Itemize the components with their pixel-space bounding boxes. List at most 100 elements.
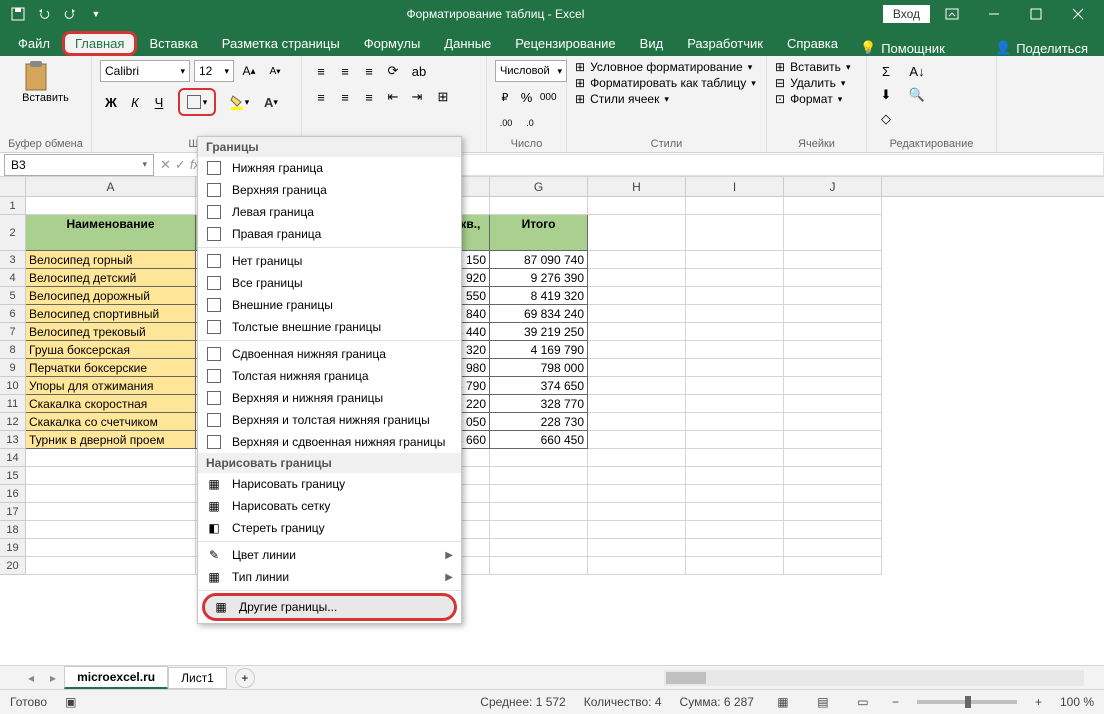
row-header[interactable]: 18 — [0, 521, 26, 539]
col-header[interactable]: G — [490, 177, 588, 196]
cell[interactable]: Скакалка скоростная — [26, 395, 196, 413]
row-header[interactable]: 15 — [0, 467, 26, 485]
page-layout-icon[interactable]: ▤ — [812, 693, 834, 711]
enter-formula-icon[interactable]: ✓ — [175, 157, 186, 173]
cell-styles-button[interactable]: ⊞Стили ячеек▾ — [575, 92, 758, 106]
tab-formulas[interactable]: Формулы — [352, 31, 433, 56]
decrease-indent-icon[interactable]: ⇤ — [382, 86, 404, 108]
tab-file[interactable]: Файл — [6, 31, 62, 56]
row-header[interactable]: 16 — [0, 485, 26, 503]
cell[interactable]: 374 650 — [490, 377, 588, 395]
border-menu-item[interactable]: Верхняя граница — [198, 179, 461, 201]
ribbon-options-icon[interactable] — [932, 0, 972, 28]
border-menu-item[interactable]: ▦Нарисовать сетку — [198, 495, 461, 517]
cell[interactable]: 8 419 320 — [490, 287, 588, 305]
sort-filter-icon[interactable]: A↓ — [903, 60, 931, 82]
shrink-font-icon[interactable]: A▾ — [264, 60, 286, 82]
find-icon[interactable]: 🔍 — [903, 84, 931, 106]
row-header[interactable]: 20 — [0, 557, 26, 575]
sheet-nav-prev-icon[interactable]: ◂ — [20, 671, 42, 685]
cell[interactable]: Велосипед горный — [26, 251, 196, 269]
border-menu-item[interactable]: ✎Цвет линии▶ — [198, 544, 461, 566]
border-menu-item[interactable]: Все границы — [198, 272, 461, 294]
font-color-button[interactable]: A▾ — [256, 91, 286, 113]
row-header[interactable]: 9 — [0, 359, 26, 377]
border-menu-item[interactable]: Верхняя и толстая нижняя границы — [198, 409, 461, 431]
cell[interactable]: 328 770 — [490, 395, 588, 413]
cell[interactable]: 228 730 — [490, 413, 588, 431]
currency-icon[interactable]: ₽ — [495, 86, 515, 108]
row-header[interactable]: 1 — [0, 197, 26, 215]
border-menu-item[interactable]: Нижняя граница — [198, 157, 461, 179]
row-header[interactable]: 10 — [0, 377, 26, 395]
row-header[interactable]: 8 — [0, 341, 26, 359]
zoom-level[interactable]: 100 % — [1060, 695, 1094, 709]
tab-insert[interactable]: Вставка — [137, 31, 209, 56]
tab-help[interactable]: Справка — [775, 31, 850, 56]
cell[interactable]: Велосипед детский — [26, 269, 196, 287]
zoom-in-icon[interactable]: + — [1035, 695, 1042, 709]
tab-home[interactable]: Главная — [62, 31, 137, 56]
cell[interactable]: 798 000 — [490, 359, 588, 377]
row-header[interactable]: 7 — [0, 323, 26, 341]
decrease-decimal-icon[interactable]: .0 — [519, 112, 541, 134]
border-menu-item[interactable]: Толстые внешние границы — [198, 316, 461, 338]
cell[interactable]: Скакалка со счетчиком — [26, 413, 196, 431]
page-break-icon[interactable]: ▭ — [852, 693, 874, 711]
cell[interactable]: Велосипед дорожный — [26, 287, 196, 305]
macro-record-icon[interactable]: ▣ — [65, 695, 76, 709]
row-header[interactable]: 12 — [0, 413, 26, 431]
tab-view[interactable]: Вид — [628, 31, 676, 56]
font-size-select[interactable]: 12▾ — [194, 60, 234, 82]
sheet-tab[interactable]: microexcel.ru — [64, 666, 168, 689]
normal-view-icon[interactable]: ▦ — [772, 693, 794, 711]
border-menu-item[interactable]: Верхняя и нижняя границы — [198, 387, 461, 409]
signin-button[interactable]: Вход — [883, 5, 930, 23]
border-menu-item[interactable]: Верхняя и сдвоенная нижняя границы — [198, 431, 461, 453]
border-menu-item[interactable]: ▦Нарисовать границу — [198, 473, 461, 495]
row-header[interactable]: 6 — [0, 305, 26, 323]
zoom-slider[interactable] — [917, 700, 1017, 704]
close-icon[interactable] — [1058, 0, 1098, 28]
border-menu-item[interactable]: Левая граница — [198, 201, 461, 223]
comma-icon[interactable]: 000 — [538, 86, 558, 108]
borders-button[interactable]: ▾ — [181, 91, 213, 113]
redo-icon[interactable] — [58, 2, 82, 26]
align-left-icon[interactable]: ≡ — [310, 86, 332, 108]
tab-layout[interactable]: Разметка страницы — [210, 31, 352, 56]
border-menu-item[interactable]: Правая граница — [198, 223, 461, 245]
cell[interactable]: Велосипед трековый — [26, 323, 196, 341]
cell[interactable]: Наименование — [26, 215, 196, 251]
fill-icon[interactable]: ⬇ — [875, 84, 897, 106]
underline-button[interactable]: Ч — [148, 91, 170, 113]
cell[interactable]: 39 219 250 — [490, 323, 588, 341]
undo-icon[interactable] — [32, 2, 56, 26]
row-header[interactable]: 17 — [0, 503, 26, 521]
autosum-icon[interactable]: Σ — [875, 60, 897, 82]
cell[interactable]: 69 834 240 — [490, 305, 588, 323]
share-button[interactable]: 👤Поделиться — [985, 40, 1098, 56]
row-header[interactable]: 4 — [0, 269, 26, 287]
cell[interactable]: Турник в дверной проем — [26, 431, 196, 449]
format-cells-button[interactable]: ⊡Формат▾ — [775, 92, 858, 106]
more-borders-menu-item[interactable]: ▦Другие границы... — [202, 593, 457, 621]
select-all-corner[interactable] — [0, 177, 26, 196]
sheet-nav-next-icon[interactable]: ▸ — [42, 671, 64, 685]
align-top-icon[interactable]: ≡ — [310, 60, 332, 82]
cell[interactable]: Перчатки боксерские — [26, 359, 196, 377]
clear-icon[interactable]: ◇ — [875, 108, 897, 130]
spreadsheet-grid[interactable]: A D E F G H I J 1 2 Наименование а, руб.… — [0, 177, 1104, 665]
cell[interactable]: 87 090 740 — [490, 251, 588, 269]
col-header[interactable]: J — [784, 177, 882, 196]
paste-button[interactable]: Вставить — [22, 60, 69, 104]
add-sheet-button[interactable]: + — [235, 668, 255, 688]
sheet-tab[interactable]: Лист1 — [168, 667, 227, 689]
font-name-select[interactable]: Calibri▾ — [100, 60, 190, 82]
border-menu-item[interactable]: ▦Тип линии▶ — [198, 566, 461, 588]
row-header[interactable]: 3 — [0, 251, 26, 269]
maximize-icon[interactable] — [1016, 0, 1056, 28]
border-menu-item[interactable]: ◧Стереть границу — [198, 517, 461, 539]
cell[interactable]: 4 169 790 — [490, 341, 588, 359]
italic-button[interactable]: К — [124, 91, 146, 113]
increase-indent-icon[interactable]: ⇥ — [406, 86, 428, 108]
